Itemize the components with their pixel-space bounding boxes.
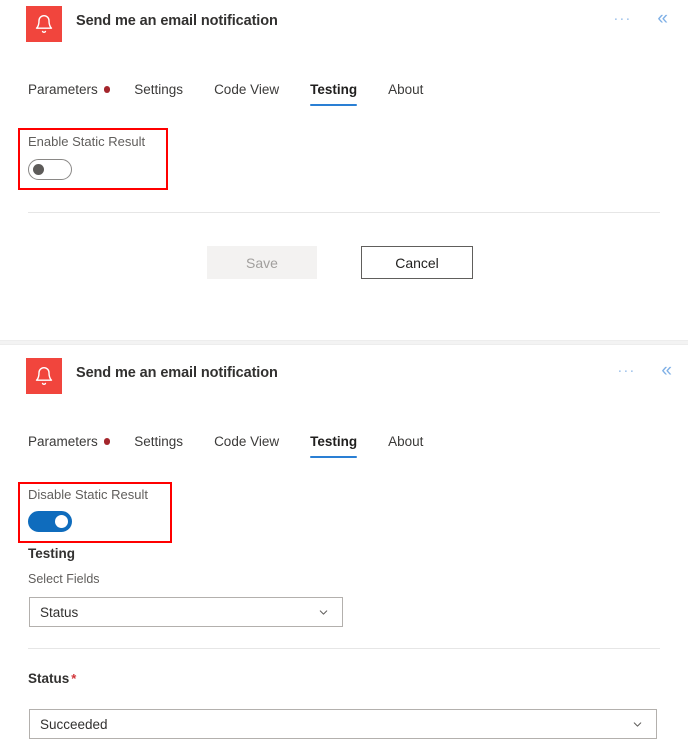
active-tab-underline [310,103,358,106]
tab-label: Code View [214,82,280,97]
tab-bar: Parameters Settings Code View Testing Ab… [28,82,454,106]
tab-code-view[interactable]: Code View [214,434,296,458]
section-divider [28,212,660,213]
chevron-down-icon [631,718,644,731]
header-actions: ··· « [609,9,672,28]
tab-settings[interactable]: Settings [134,434,200,458]
header-actions: ··· « [613,361,676,380]
tab-code-view[interactable]: Code View [214,82,296,106]
status-dropdown[interactable]: Succeeded [29,709,657,739]
tab-label: Testing [310,82,358,97]
panel-static-result-enabled: Send me an email notification ··· « Para… [0,345,688,746]
cancel-button[interactable]: Cancel [361,246,473,279]
select-fields-label: Select Fields [28,572,100,586]
tab-label: About [388,434,424,449]
required-indicator: * [71,671,77,686]
tab-label: Code View [214,434,280,449]
panel-static-result-disabled: Send me an email notification ··· « Para… [0,0,688,340]
panel-header: Send me an email notification ··· « [0,0,688,48]
more-options-icon[interactable]: ··· [613,363,639,378]
testing-section-heading: Testing [28,546,75,561]
collapse-panel-icon[interactable]: « [657,361,676,380]
active-tab-underline [310,455,358,458]
panel-header: Send me an email notification ··· « [0,352,688,400]
bell-icon [26,358,62,394]
static-result-toggle[interactable] [28,511,72,532]
tab-label: Parameters [28,434,98,449]
tab-testing[interactable]: Testing [310,434,374,458]
select-fields-dropdown[interactable]: Status [29,597,343,627]
static-result-toggle[interactable] [28,159,72,180]
unsaved-changes-dot [103,438,111,445]
unsaved-changes-dot [103,86,111,93]
section-divider [28,648,660,649]
tab-label: Testing [310,434,358,449]
status-field-label: Status * [28,671,76,686]
status-label-text: Status [28,671,70,686]
disable-static-result-label: Disable Static Result [28,487,148,502]
toggle-knob [55,514,68,528]
tab-label: Settings [134,82,184,97]
tab-label: Settings [134,434,184,449]
save-button[interactable]: Save [207,246,317,279]
tab-about[interactable]: About [388,82,440,106]
chevron-down-icon [317,606,330,619]
select-fields-value: Status [40,604,79,620]
page-title: Send me an email notification [76,13,278,29]
tab-parameters[interactable]: Parameters [28,434,120,458]
page-title: Send me an email notification [76,365,278,381]
enable-static-result-label: Enable Static Result [28,134,146,149]
tab-about[interactable]: About [388,434,440,458]
tab-bar: Parameters Settings Code View Testing Ab… [28,434,454,458]
tab-label: Parameters [28,82,98,97]
status-value: Succeeded [40,716,108,732]
tab-settings[interactable]: Settings [134,82,200,106]
collapse-panel-icon[interactable]: « [653,9,672,28]
bell-icon [26,6,62,42]
tab-parameters[interactable]: Parameters [28,82,120,106]
more-options-icon[interactable]: ··· [609,11,635,26]
toggle-knob [32,163,44,175]
app-screenshot: Send me an email notification ··· « Para… [0,0,688,746]
tab-testing[interactable]: Testing [310,82,374,106]
tab-label: About [388,82,424,97]
